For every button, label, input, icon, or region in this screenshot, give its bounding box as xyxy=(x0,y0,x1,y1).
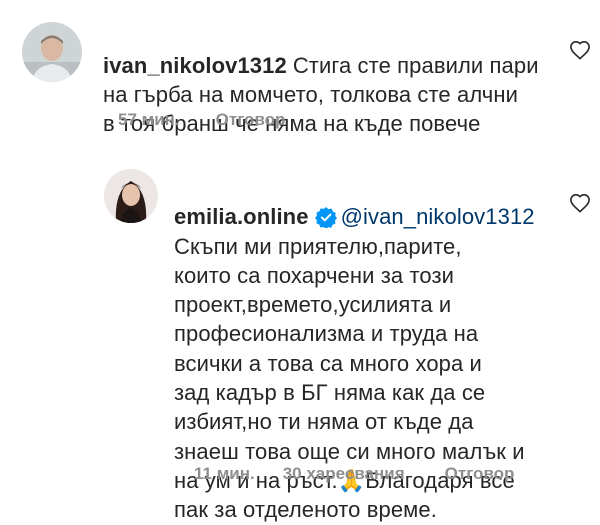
like-button[interactable] xyxy=(569,40,591,60)
comment-text-line: професионализма и труда на xyxy=(174,321,479,347)
likes-count[interactable]: 30 харесвания xyxy=(283,464,405,484)
username[interactable]: ivan_nikolov1312 xyxy=(103,53,287,78)
comment-text-line: Стига сте правили пари xyxy=(292,53,539,78)
comment-text-line: избият,но ти няма от къде да xyxy=(174,409,474,435)
username[interactable]: emilia.online xyxy=(174,204,309,229)
comment-text-line: проект,времето,усилията и xyxy=(174,292,452,318)
heart-outline-icon xyxy=(570,194,590,213)
reply-button[interactable]: Отговор xyxy=(216,110,286,130)
avatar[interactable] xyxy=(22,22,82,82)
heart-outline-icon xyxy=(570,41,590,60)
comment-ivan: ivan_nikolov1312 Стига сте правили пари н… xyxy=(0,0,600,140)
avatar[interactable] xyxy=(104,169,158,223)
timestamp: 57 мин. xyxy=(118,110,180,129)
comment-text-line: на гърба на момчето, толкова сте алчни xyxy=(103,82,518,107)
comment-text-line: знаеш това още си много малък и xyxy=(174,438,525,464)
comment-text-line: всички а това са много хора и xyxy=(174,350,482,376)
mention-link[interactable]: @ivan_nikolov1312 xyxy=(341,204,535,229)
comment-text-line: които са похарчени за този xyxy=(174,262,455,288)
verified-badge-icon xyxy=(314,206,337,230)
user-avatar-photo-icon xyxy=(104,169,158,223)
comment-emilia: emilia.online @ivan_nikolov1312 Скъпи ми … xyxy=(0,160,600,522)
reply-button[interactable]: Отговор xyxy=(445,464,515,484)
timestamp: 11 мин. xyxy=(194,464,255,483)
user-avatar-photo-icon xyxy=(22,22,82,82)
comment-meta: 11 мин. 30 харесвания Отговор xyxy=(194,464,514,484)
comment-text-line: пак за отделеното време. xyxy=(174,497,437,523)
like-button[interactable] xyxy=(569,193,591,213)
comment-text-line: зад кадър в БГ няма как да се xyxy=(174,380,486,406)
comment-text-line: Скъпи ми приятелю,парите, xyxy=(174,233,462,259)
comment-meta: 57 мин. Отговор xyxy=(118,110,285,130)
